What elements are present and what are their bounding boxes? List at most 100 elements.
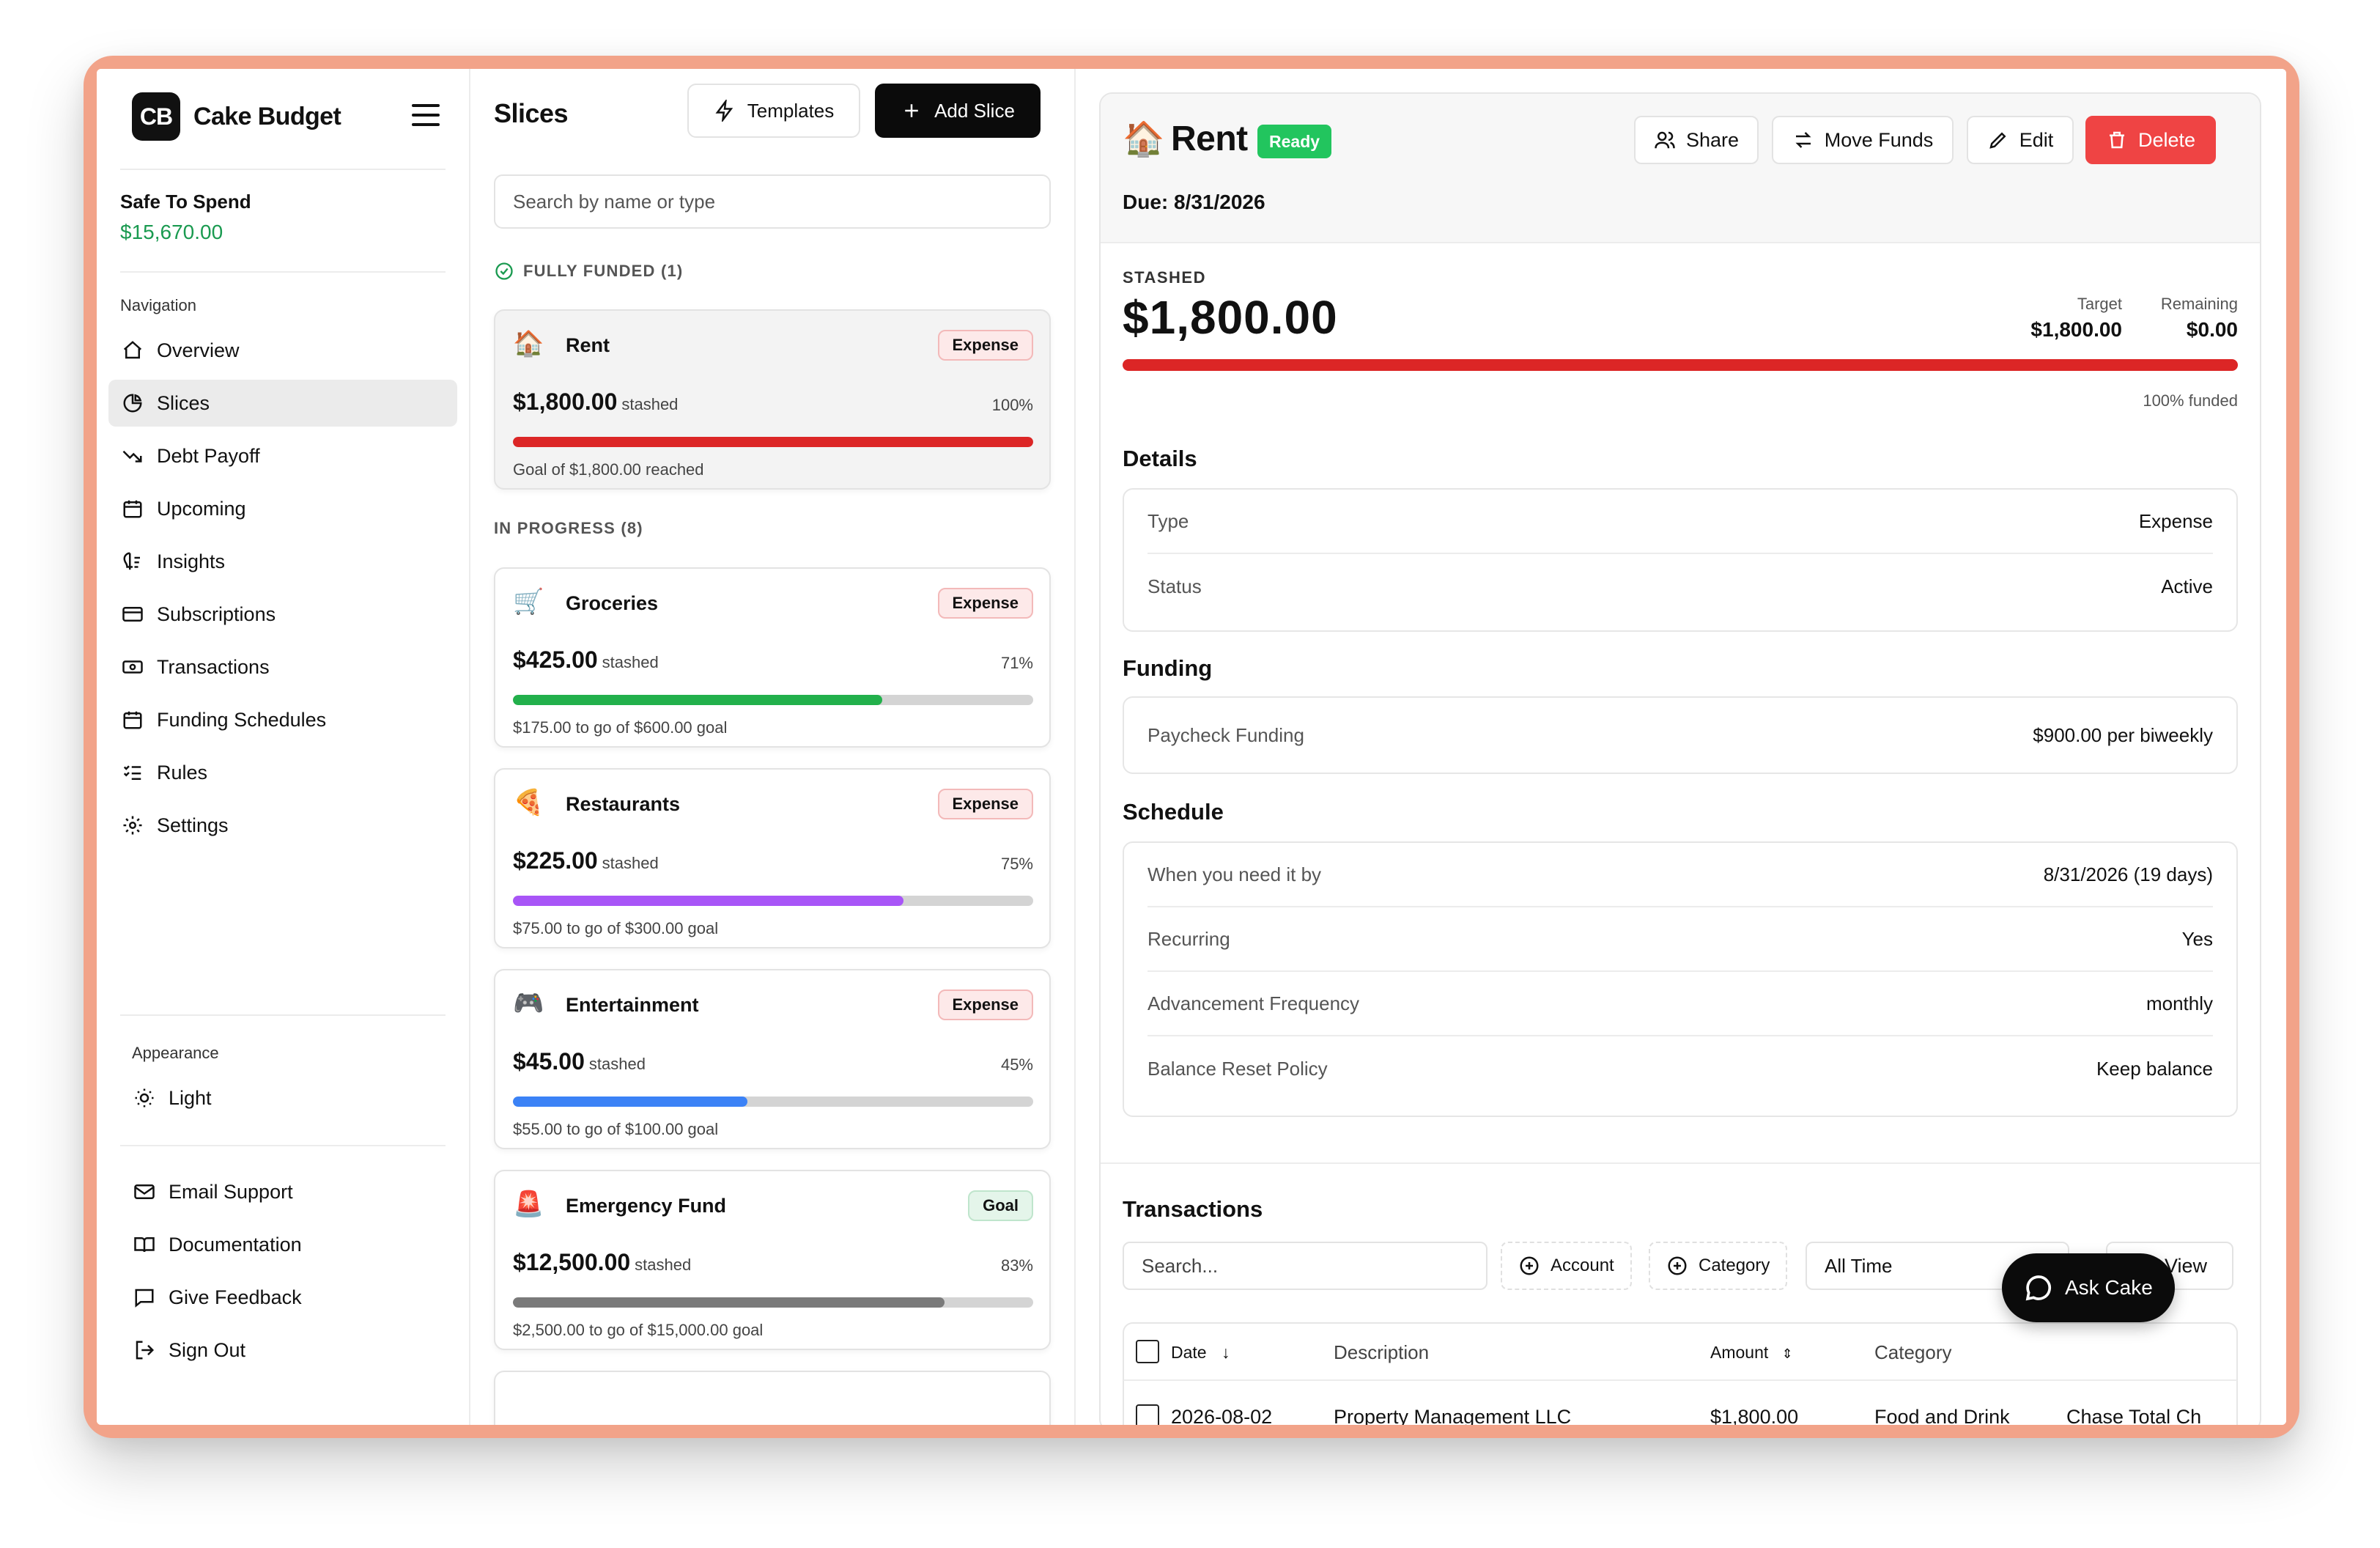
slice-note: Goal of $1,800.00 reached [513,460,704,479]
templates-button[interactable]: Templates [687,84,860,138]
move-funds-button[interactable]: Move Funds [1772,116,1954,164]
sidebar-item-slices[interactable]: Slices [108,380,457,427]
stashed-label: stashed [588,1055,646,1073]
slice-amount: $45.00 stashed [513,1048,646,1075]
target-label: Target [2077,295,2122,313]
sidebar-item-funding-schedules[interactable]: Funding Schedules [108,696,457,743]
category-filter-button[interactable]: Category [1649,1242,1788,1290]
divider [120,1145,446,1146]
type-badge: Expense [937,989,1033,1020]
sidebar-item-overview[interactable]: Overview [108,327,457,374]
brand[interactable]: CB Cake Budget [132,92,341,141]
stashed-label: STASHED [1123,268,1206,287]
sidebar-item-insights[interactable]: Insights [108,538,457,585]
sidebar-item-transactions[interactable]: Transactions [108,644,457,690]
stashed-value: $1,800.00 [1123,291,1338,344]
description-column-header[interactable]: Description [1334,1341,1429,1364]
slice-card-partial[interactable] [494,1371,1051,1425]
transaction-account: Chase Total Ch [2066,1406,2202,1425]
menu-toggle-icon[interactable] [412,104,440,128]
cart-icon: 🛒 [513,588,544,616]
edit-label: Edit [2019,128,2054,151]
sidebar-item-give-feedback[interactable]: Give Feedback [120,1274,457,1321]
home-icon [122,339,144,361]
remaining-value: $0.00 [2186,318,2238,341]
ask-cake-label: Ask Cake [2065,1276,2153,1299]
type-badge: Expense [937,789,1033,819]
check-circle-icon [495,262,513,280]
funding-row: Paycheck Funding $900.00 per biweekly [1148,698,2213,773]
slice-detail: 🏠 Rent Ready Due: 8/31/2026 Share Move F… [1076,69,2286,1425]
select-all-checkbox[interactable] [1136,1340,1159,1363]
chevron-up-down-icon: ⇕ [1781,1346,1793,1361]
sidebar-item-upcoming[interactable]: Upcoming [108,485,457,532]
delete-button[interactable]: Delete [2085,116,2216,164]
details-box: Type Expense Status Active [1123,488,2238,632]
table-row[interactable]: 2026-08-02 Property Management LLC $1,80… [1123,1381,2238,1425]
row-value: Expense [2138,509,2213,532]
slice-card-entertainment[interactable]: 🎮 Entertainment Expense $45.00 stashed 45… [494,969,1051,1149]
slice-card-emergency-fund[interactable]: 🚨 Emergency Fund Goal $12,500.00 stashed … [494,1170,1051,1350]
arrow-down-icon: ↓ [1221,1343,1230,1362]
in-progress-heading: IN PROGRESS (8) [494,519,643,538]
amount-column-header[interactable]: Amount ⇕ [1710,1343,1793,1363]
slice-percent: 71% [1000,654,1033,672]
house-icon: 🏠 [1123,119,1165,158]
funding-box: Paycheck Funding $900.00 per biweekly [1123,696,2238,774]
divider [120,271,446,273]
sidebar-item-label: Debt Payoff [157,444,260,467]
sidebar-item-subscriptions[interactable]: Subscriptions [108,591,457,638]
sidebar-item-documentation[interactable]: Documentation [120,1221,457,1268]
slice-note: $75.00 to go of $300.00 goal [513,919,719,937]
type-badge: Goal [968,1190,1033,1221]
progress-fill [513,437,1033,447]
category-column-header[interactable]: Category [1874,1341,1952,1364]
row-key: Type [1148,509,1189,532]
slice-card-groceries[interactable]: 🛒 Groceries Expense $425.00 stashed 71% $… [494,567,1051,748]
calendar-icon [122,709,144,731]
sidebar-item-label: Rules [157,761,208,784]
theme-toggle[interactable]: Light [120,1075,457,1121]
sidebar-item-debt-payoff[interactable]: Debt Payoff [108,432,457,479]
pencil-icon [1989,132,2006,149]
edit-button[interactable]: Edit [1967,116,2074,164]
account-filter-button[interactable]: Account [1501,1242,1632,1290]
slice-search-input[interactable] [494,174,1051,229]
detail-row: Status Active [1148,554,2213,619]
lightning-icon [715,100,733,122]
row-checkbox[interactable] [1136,1404,1159,1425]
slice-percent: 45% [1000,1055,1033,1074]
row-key: Paycheck Funding [1148,723,1304,746]
slice-card-restaurants[interactable]: 🍕 Restaurants Expense $225.00 stashed 75%… [494,768,1051,948]
share-button[interactable]: Share [1634,116,1759,164]
row-key: When you need it by [1148,863,1322,885]
stashed-label: stashed [602,854,659,872]
funding-heading: Funding [1123,655,1213,681]
swap-icon [1795,132,1811,148]
transaction-search-input[interactable] [1123,1242,1488,1290]
slice-card-rent[interactable]: 🏠 Rent Expense $1,800.00 stashed 100% Goa… [494,309,1051,490]
stashed-label: stashed [602,653,659,671]
ask-cake-button[interactable]: Ask Cake [2002,1253,2175,1322]
safe-to-spend: Safe To Spend $15,670.00 [120,191,251,244]
target-value: $1,800.00 [2030,318,2122,341]
sidebar-item-email-support[interactable]: Email Support [120,1168,457,1215]
progress-fill [513,695,883,705]
card-icon [122,603,144,625]
users-icon [1655,131,1675,149]
stashed-label: stashed [635,1256,692,1274]
row-value: Active [2161,575,2213,597]
amount-value: $425.00 [513,646,598,673]
share-label: Share [1685,128,1740,151]
safe-to-spend-value: $15,670.00 [120,221,223,243]
date-column-header[interactable]: Date ↓ [1171,1343,1230,1363]
sidebar-item-settings[interactable]: Settings [108,802,457,849]
sidebar-item-label: Insights [157,550,226,572]
sidebar-item-rules[interactable]: Rules [108,749,457,796]
banknote-icon [122,656,144,678]
message-icon [133,1286,155,1308]
trash-icon [2109,131,2124,149]
add-slice-button[interactable]: Add Slice [875,84,1041,138]
sidebar-item-sign-out[interactable]: Sign Out [120,1327,457,1374]
plus-circle-icon [1668,1256,1687,1275]
